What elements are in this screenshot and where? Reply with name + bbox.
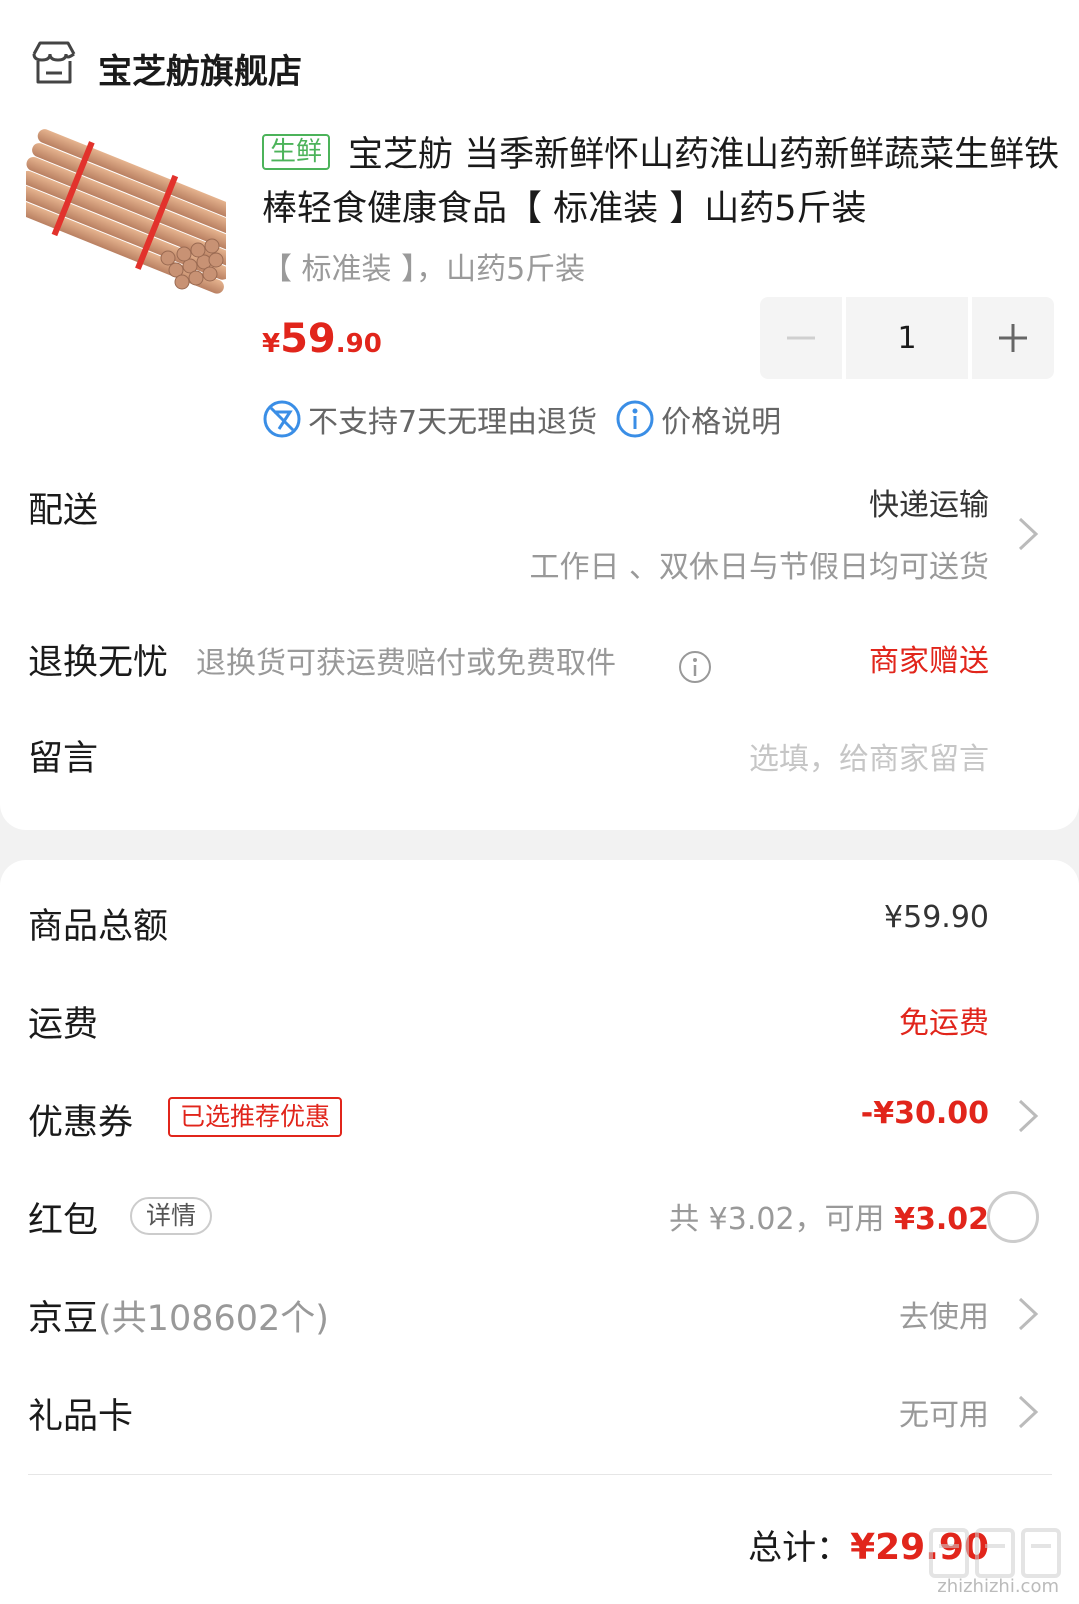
fresh-tag: 生鲜: [262, 134, 331, 170]
delivery-label: 配送: [28, 491, 99, 531]
jd-beans-value[interactable]: 去使用: [899, 1292, 989, 1336]
price-note-link[interactable]: 价格说明: [661, 397, 781, 441]
message-label: 留言: [28, 739, 99, 779]
returns-label: 退换无忧: [28, 643, 169, 683]
redpacket-info: 共 ¥3.02，可用 ¥3.02: [669, 1194, 989, 1238]
store-name[interactable]: 宝芝舫旗舰店: [98, 44, 302, 93]
shipping-value: 免运费: [899, 1006, 989, 1041]
price-integer: 59: [280, 316, 336, 362]
minus-icon: [787, 336, 815, 340]
product-spec[interactable]: 【 标准装 】，山药5斤装: [262, 244, 585, 288]
chevron-right-icon[interactable]: [1017, 1394, 1039, 1430]
shipping-label: 运费: [28, 1005, 99, 1045]
message-input[interactable]: 选填，给商家留言: [749, 734, 989, 778]
price-decimal: .90: [335, 329, 382, 359]
product-price: ¥59.90: [262, 316, 382, 362]
chevron-right-icon[interactable]: [1017, 516, 1039, 552]
coupon-label: 优惠券: [28, 1103, 134, 1143]
price-currency: ¥: [262, 329, 281, 359]
coupon-value[interactable]: -¥30.00: [861, 1096, 989, 1131]
delivery-note: 工作日 、双休日与节假日均可送货: [529, 550, 989, 585]
gift-card-value[interactable]: 无可用: [899, 1390, 989, 1434]
quantity-stepper: 1: [760, 297, 1054, 379]
delivery-method[interactable]: 快递运输: [869, 480, 989, 524]
returns-desc: 退换货可获运费赔付或免费取件: [196, 646, 616, 681]
order-card: 宝芝舫旗舰店 宝芝舫 当季新鲜怀山药淮山药新鲜蔬菜生鲜铁棒轻食健康食品【 标准装…: [0, 0, 1079, 830]
jd-beans-label: 京豆(共108602个): [28, 1290, 329, 1341]
product-image[interactable]: [9, 120, 253, 300]
returns-value[interactable]: 商家赠送: [869, 636, 989, 680]
decrease-button[interactable]: [760, 297, 842, 379]
jd-beans-count: (共108602个): [98, 1299, 329, 1339]
policy-row: 不支持7天无理由退货 价格说明: [262, 396, 781, 442]
coupon-tag: 已选推荐优惠: [168, 1097, 343, 1137]
increase-button[interactable]: [972, 297, 1054, 379]
divider: [28, 1474, 1052, 1475]
jd-beans-title: 京豆: [28, 1299, 99, 1339]
store-icon: [30, 40, 78, 86]
watermark-text: zhizhizhi.com: [937, 1576, 1059, 1597]
return-policy-text: 不支持7天无理由退货: [308, 405, 598, 440]
goods-total-value: ¥59.90: [884, 900, 989, 935]
redpacket-label: 红包: [28, 1201, 99, 1241]
info-icon[interactable]: [615, 399, 655, 439]
redpacket-radio[interactable]: [987, 1191, 1039, 1243]
no-return-icon: [263, 400, 301, 438]
quantity-input[interactable]: 1: [846, 297, 968, 379]
product-title[interactable]: 宝芝舫 当季新鲜怀山药淮山药新鲜蔬菜生鲜铁棒轻食健康食品【 标准装 】山药5斤装: [262, 128, 1062, 236]
total-label: 总计：: [748, 1528, 851, 1568]
chevron-right-icon[interactable]: [1017, 1098, 1039, 1134]
redpacket-detail-button[interactable]: 详情: [130, 1197, 213, 1235]
plus-icon: [999, 324, 1027, 352]
redpacket-available: ¥3.02: [894, 1202, 989, 1237]
goods-total-label: 商品总额: [28, 907, 169, 947]
info-icon[interactable]: [678, 650, 712, 684]
chevron-right-icon[interactable]: [1017, 1296, 1039, 1332]
gift-card-label: 礼品卡: [28, 1397, 134, 1437]
redpacket-total: 共 ¥3.02，可用: [669, 1202, 895, 1237]
